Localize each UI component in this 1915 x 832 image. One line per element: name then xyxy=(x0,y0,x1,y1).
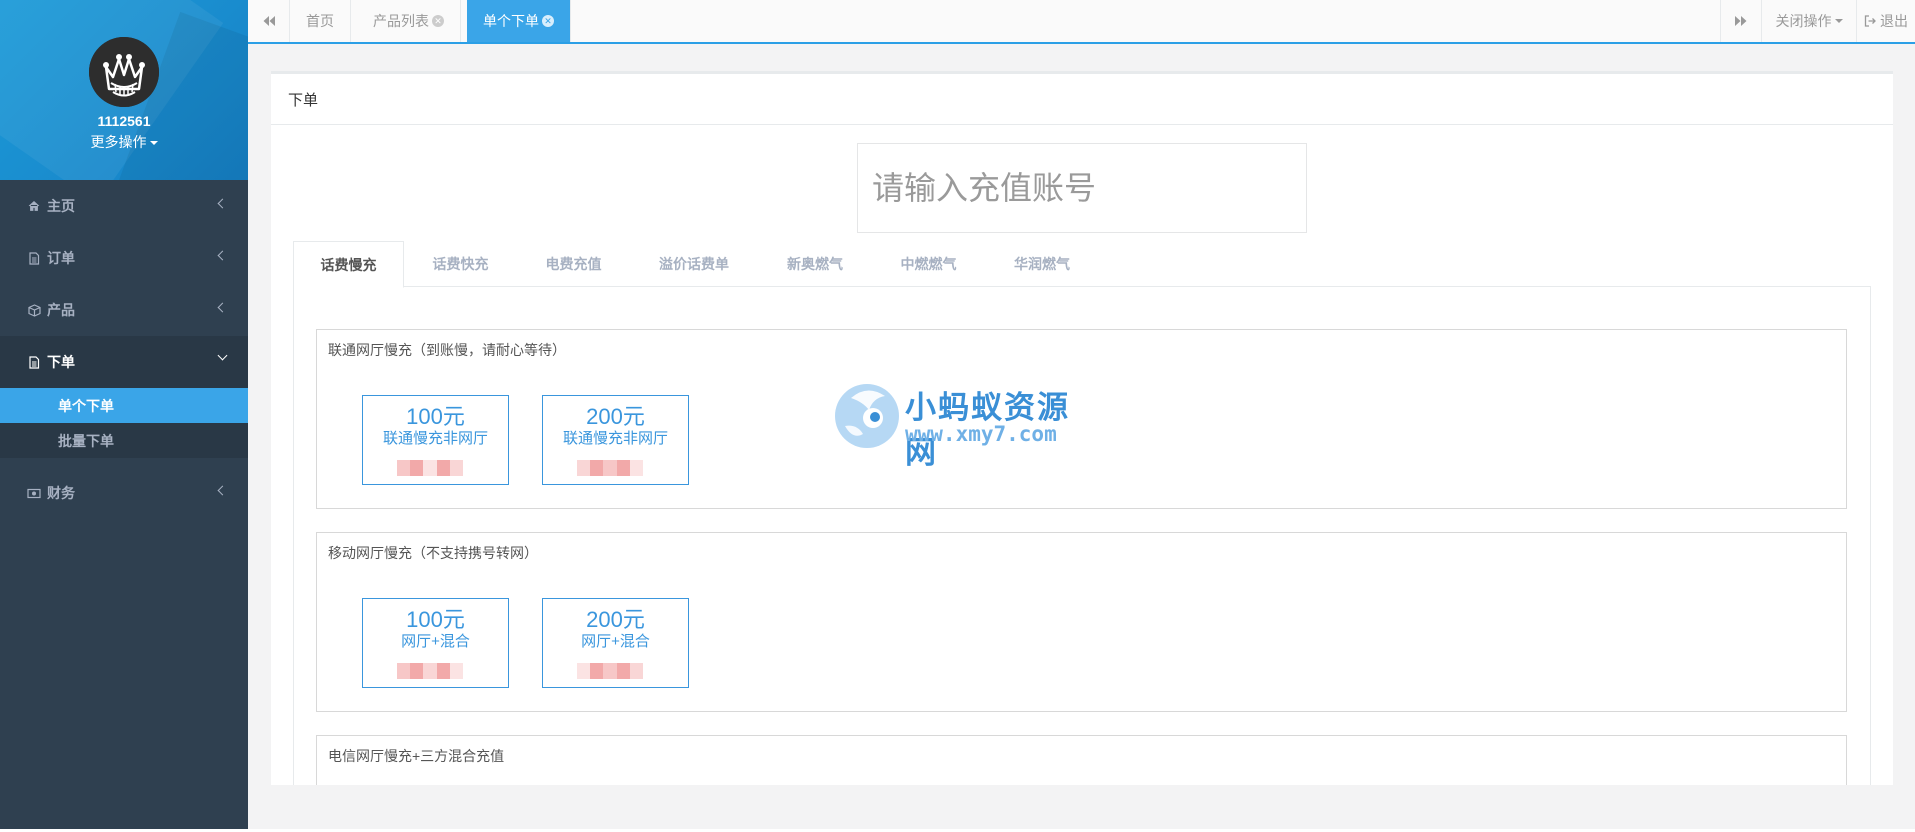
crown-avatar-icon xyxy=(89,37,159,107)
tab-bar: 首页 产品列表 ✕ 单个下单 ✕ 关闭操作 退出 xyxy=(248,0,1915,44)
tab-home[interactable]: 首页 xyxy=(290,0,351,42)
blurred-price xyxy=(577,460,644,476)
sidebar-item-label: 下单 xyxy=(47,354,75,370)
watermark: 小蚂蚁资源网 www.xmy7.com xyxy=(833,380,1093,470)
tab-electricity-recharge[interactable]: 电费充值 xyxy=(517,241,630,287)
sidebar-item-products[interactable]: 产品 xyxy=(0,284,248,336)
tab-xinao-gas[interactable]: 新奥燃气 xyxy=(758,241,872,287)
sidebar-item-home[interactable]: 主页 xyxy=(0,180,248,232)
file-icon xyxy=(27,251,41,265)
double-chevron-right-icon xyxy=(1735,16,1747,26)
sidebar-subitem-single-order[interactable]: 单个下单 xyxy=(0,388,248,423)
tab-zhongran-gas[interactable]: 中燃燃气 xyxy=(872,241,985,287)
watermark-url: www.xmy7.com xyxy=(905,422,1057,446)
close-tab-icon[interactable]: ✕ xyxy=(432,15,444,27)
tab-single-order[interactable]: 单个下单 ✕ xyxy=(467,0,571,42)
sidebar-item-label: 财务 xyxy=(47,485,75,501)
chevron-left-icon xyxy=(217,250,228,261)
sidebar-subitem-label: 单个下单 xyxy=(58,397,114,414)
product-group: 移动网厅慢充（不支持携号转网） 100元 网厅+混合 200元 网厅+混合 xyxy=(316,532,1847,712)
money-icon xyxy=(27,486,41,500)
sidebar-item-label: 主页 xyxy=(47,198,75,214)
product-card[interactable]: 100元 网厅+混合 xyxy=(362,598,509,688)
caret-down-icon xyxy=(1834,19,1843,23)
avatar[interactable] xyxy=(89,37,159,107)
card-amount: 200元 xyxy=(586,404,645,429)
scroll-tabs-left-button[interactable] xyxy=(248,0,290,42)
tab-label: 单个下单 xyxy=(483,13,539,29)
card-desc: 网厅+混合 xyxy=(581,633,650,650)
product-group: 电信网厅慢充+三方混合充值 xyxy=(316,735,1847,785)
product-card[interactable]: 200元 网厅+混合 xyxy=(542,598,689,688)
card-amount: 100元 xyxy=(406,404,465,429)
sidebar-item-label: 订单 xyxy=(47,250,75,266)
username: 1112561 xyxy=(97,113,151,129)
logout-label: 退出 xyxy=(1880,13,1908,29)
product-group-title: 联通网厅慢充（到账慢，请耐心等待） xyxy=(328,342,566,358)
product-tabs: 话费慢充 话费快充 电费充值 溢价话费单 新奥燃气 中燃燃气 华润燃气 xyxy=(293,241,1871,288)
chevron-down-icon xyxy=(217,350,228,361)
blurred-price xyxy=(577,663,644,679)
edit-icon xyxy=(27,355,41,369)
tab-slow-phone-recharge[interactable]: 话费慢充 xyxy=(293,241,404,288)
logout-button[interactable]: 退出 xyxy=(1857,0,1915,42)
tab-product-list[interactable]: 产品列表 ✕ xyxy=(357,0,461,42)
sidebar-subitem-batch-order[interactable]: 批量下单 xyxy=(0,423,248,458)
blurred-price xyxy=(397,460,464,476)
home-icon xyxy=(27,199,41,213)
chevron-left-icon xyxy=(217,485,228,496)
tab-huarun-gas[interactable]: 华润燃气 xyxy=(985,241,1099,287)
sidebar-item-place-order[interactable]: 下单 xyxy=(0,336,248,388)
card-desc: 网厅+混合 xyxy=(401,633,470,650)
close-tab-icon[interactable]: ✕ xyxy=(542,15,554,27)
panel-title: 下单 xyxy=(271,74,1893,125)
close-ops-label: 关闭操作 xyxy=(1775,13,1832,29)
sidebar-item-orders[interactable]: 订单 xyxy=(0,232,248,284)
account-input[interactable] xyxy=(857,143,1307,233)
cube-icon xyxy=(27,303,41,317)
tab-fast-phone-recharge[interactable]: 话费快充 xyxy=(404,241,517,287)
sidebar-item-label: 产品 xyxy=(47,302,75,318)
blurred-price xyxy=(397,663,464,679)
tab-label: 产品列表 xyxy=(373,13,429,29)
sign-out-icon xyxy=(1864,15,1876,27)
chevron-left-icon xyxy=(217,198,228,209)
sidebar: 1112561 更多操作 主页 订单 产品 下单 单个下单 批量下单 财务 xyxy=(0,0,248,829)
product-group-title: 移动网厅慢充（不支持携号转网） xyxy=(328,545,538,561)
card-desc: 联通慢充非网厅 xyxy=(382,430,488,447)
profile-panel: 1112561 更多操作 xyxy=(0,0,248,180)
sidebar-subitem-label: 批量下单 xyxy=(58,432,114,449)
card-amount: 100元 xyxy=(406,607,465,632)
double-chevron-left-icon xyxy=(263,16,275,26)
tab-label: 首页 xyxy=(306,13,334,29)
product-group-title: 电信网厅慢充+三方混合充值 xyxy=(328,748,505,764)
scroll-tabs-right-button[interactable] xyxy=(1720,0,1762,42)
close-ops-dropdown[interactable]: 关闭操作 xyxy=(1762,0,1857,42)
more-ops-dropdown[interactable]: 更多操作 xyxy=(0,132,248,152)
chevron-left-icon xyxy=(217,302,228,313)
product-card[interactable]: 100元 联通慢充非网厅 xyxy=(362,395,509,485)
tab-premium-phone-order[interactable]: 溢价话费单 xyxy=(630,241,758,287)
card-amount: 200元 xyxy=(586,607,645,632)
more-ops-label: 更多操作 xyxy=(90,134,147,150)
caret-down-icon xyxy=(149,141,158,146)
sidebar-item-finance[interactable]: 财务 xyxy=(0,467,248,519)
product-card[interactable]: 200元 联通慢充非网厅 xyxy=(542,395,689,485)
card-desc: 联通慢充非网厅 xyxy=(562,430,668,447)
ant-logo-icon xyxy=(835,384,899,448)
